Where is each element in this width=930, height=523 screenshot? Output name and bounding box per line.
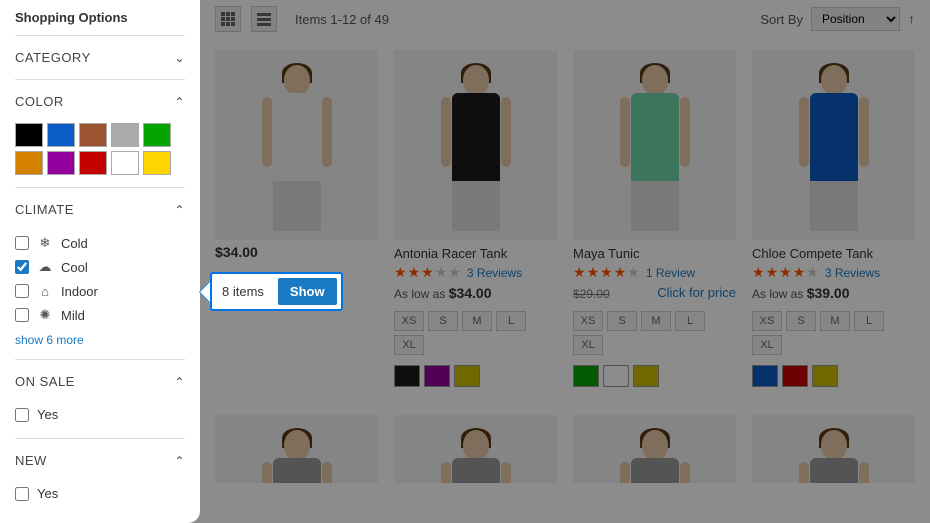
color-swatch[interactable] <box>143 123 171 147</box>
chevron-up-icon: ⌃ <box>174 95 185 109</box>
climate-indoor-checkbox[interactable] <box>15 284 29 298</box>
color-swatches <box>15 123 185 187</box>
climate-mild[interactable]: ✺ Mild <box>15 303 185 327</box>
climate-cold-label: Cold <box>61 236 88 251</box>
filter-new-label: NEW <box>15 453 47 468</box>
color-swatch[interactable] <box>143 151 171 175</box>
sidebar: Shopping Options CATEGORY ⌄ COLOR ⌃ CLIM… <box>0 0 200 523</box>
filter-new-header[interactable]: NEW ⌃ <box>15 439 185 482</box>
filter-climate: CLIMATE ⌃ ❄ Cold ☁ Cool ⌂ Indoor ✺ Mild show 6 m… <box>15 188 185 360</box>
filter-climate-header[interactable]: CLIMATE ⌃ <box>15 188 185 231</box>
filter-on-sale-header[interactable]: ON SALE ⌃ <box>15 360 185 403</box>
cloud-icon: ☁ <box>37 259 53 275</box>
filter-tooltip: 8 items Show <box>200 272 343 311</box>
color-swatch[interactable] <box>15 123 43 147</box>
climate-indoor[interactable]: ⌂ Indoor <box>15 279 185 303</box>
climate-cool[interactable]: ☁ Cool <box>15 255 185 279</box>
color-swatch[interactable] <box>111 123 139 147</box>
filter-category-header[interactable]: CATEGORY ⌄ <box>15 36 185 79</box>
climate-mild-checkbox[interactable] <box>15 308 29 322</box>
filter-climate-label: CLIMATE <box>15 202 74 217</box>
new-yes-checkbox[interactable] <box>15 487 29 501</box>
climate-cold[interactable]: ❄ Cold <box>15 231 185 255</box>
sidebar-title: Shopping Options <box>15 10 185 36</box>
chevron-down-icon: ⌄ <box>174 51 185 65</box>
tooltip-arrow-icon <box>200 282 210 302</box>
snow-icon: ❄ <box>37 235 53 251</box>
house-icon: ⌂ <box>37 283 53 299</box>
chevron-up-icon: ⌃ <box>174 203 185 217</box>
climate-cool-checkbox[interactable] <box>15 260 29 274</box>
chevron-up-icon: ⌃ <box>174 454 185 468</box>
filter-color-label: COLOR <box>15 94 64 109</box>
color-swatch[interactable] <box>79 151 107 175</box>
climate-cool-label: Cool <box>61 260 88 275</box>
climate-indoor-label: Indoor <box>61 284 98 299</box>
climate-cold-checkbox[interactable] <box>15 236 29 250</box>
tooltip-count: 8 items <box>222 284 264 299</box>
on-sale-yes-label: Yes <box>37 407 58 422</box>
filter-color: COLOR ⌃ <box>15 80 185 188</box>
color-swatch[interactable] <box>47 123 75 147</box>
filter-on-sale: ON SALE ⌃ Yes <box>15 360 185 439</box>
color-swatch[interactable] <box>15 151 43 175</box>
filter-color-header[interactable]: COLOR ⌃ <box>15 80 185 123</box>
climate-options: ❄ Cold ☁ Cool ⌂ Indoor ✺ Mild show 6 more <box>15 231 185 359</box>
chevron-up-icon: ⌃ <box>174 375 185 389</box>
filter-on-sale-label: ON SALE <box>15 374 75 389</box>
new-yes-label: Yes <box>37 486 58 501</box>
on-sale-yes-checkbox[interactable] <box>15 408 29 422</box>
filter-category-label: CATEGORY <box>15 50 91 65</box>
color-swatch[interactable] <box>111 151 139 175</box>
tooltip-show-button[interactable]: Show <box>278 278 337 305</box>
sun-icon: ✺ <box>37 307 53 323</box>
new-yes[interactable]: Yes <box>15 482 185 505</box>
color-swatch[interactable] <box>79 123 107 147</box>
filter-category: CATEGORY ⌄ <box>15 36 185 80</box>
filter-new: NEW ⌃ Yes <box>15 439 185 517</box>
color-swatch[interactable] <box>47 151 75 175</box>
climate-mild-label: Mild <box>61 308 85 323</box>
climate-show-more[interactable]: show 6 more <box>15 327 185 347</box>
on-sale-yes[interactable]: Yes <box>15 403 185 426</box>
